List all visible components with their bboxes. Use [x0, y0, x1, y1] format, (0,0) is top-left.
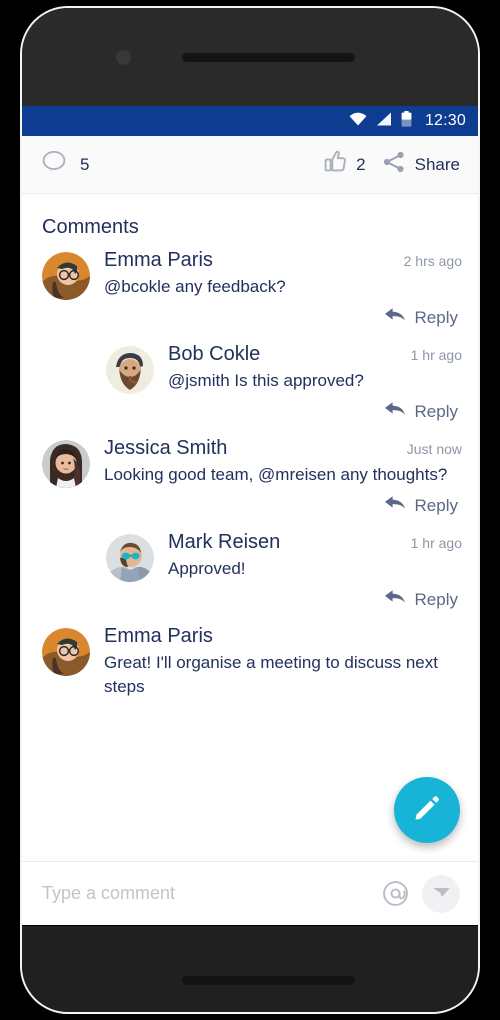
comment-input[interactable]	[42, 883, 378, 904]
comments-list[interactable]: Comments Emma Paris 2 hrs ago @bcokle an…	[22, 194, 478, 861]
comment-text: @bcokle any feedback?	[104, 277, 286, 296]
reply-label: Reply	[414, 495, 458, 515]
cellular-signal-icon	[376, 112, 392, 131]
reply-label: Reply	[414, 401, 458, 421]
share-button[interactable]: Share	[382, 150, 460, 179]
reply-arrow-icon[interactable]	[384, 588, 406, 611]
send-icon	[432, 882, 451, 906]
comment-text: @jsmith Is this approved?	[168, 371, 364, 390]
comment-timestamp: 2 hrs ago	[403, 253, 462, 269]
avatar-bob-cokle	[106, 346, 154, 394]
status-bar: 12:30	[22, 106, 478, 136]
comment-timestamp: Just now	[406, 441, 462, 457]
status-clock: 12:30	[424, 112, 466, 129]
comment-count-group[interactable]: 5	[42, 150, 89, 179]
comment-item: Emma Paris 2 hrs ago @bcokle any feedbac…	[22, 245, 478, 339]
thumbs-up-icon[interactable]	[323, 150, 347, 179]
reply-label: Reply	[414, 589, 458, 609]
comment-item: Emma Paris Great! I'll organise a meetin…	[22, 621, 478, 699]
reply-arrow-icon[interactable]	[384, 306, 406, 329]
comments-heading: Comments	[42, 216, 139, 238]
bottom-speaker-slot	[182, 976, 355, 985]
device-frame: 12:30 5 2 Share Comments Emma Paris 2 hr…	[0, 0, 500, 1020]
reply-arrow-icon[interactable]	[384, 494, 406, 517]
comment-timestamp: 1 hr ago	[410, 347, 462, 363]
action-bar: 5 2 Share	[22, 136, 478, 194]
like-button[interactable]: 2	[323, 150, 366, 179]
share-icon[interactable]	[382, 150, 406, 179]
at-mention-icon[interactable]	[378, 877, 412, 911]
reply-button[interactable]: Reply	[42, 582, 462, 621]
comment-text: Approved!	[168, 559, 246, 578]
comment-item: Bob Cokle 1 hr ago @jsmith Is this appro…	[22, 339, 478, 433]
front-camera-icon	[116, 50, 131, 65]
send-button[interactable]	[422, 874, 460, 913]
comment-author: Jessica Smith	[104, 437, 228, 459]
share-label: Share	[414, 154, 460, 174]
android-nav-bar	[22, 925, 478, 926]
comment-text: Looking good team, @mreisen any thoughts…	[104, 465, 448, 484]
reply-label: Reply	[414, 307, 458, 327]
comment-author: Bob Cokle	[168, 343, 261, 365]
comment-text: Great! I'll organise a meeting to discus…	[104, 653, 438, 697]
battery-icon	[401, 110, 412, 132]
comment-composer	[22, 861, 478, 925]
comment-item: Mark Reisen 1 hr ago Approved! Reply	[22, 527, 478, 621]
phone-screen: 12:30 5 2 Share Comments Emma Paris 2 hr…	[22, 106, 478, 926]
comment-count: 5	[80, 154, 90, 174]
reply-button[interactable]: Reply	[42, 488, 462, 527]
comment-author: Mark Reisen	[168, 531, 281, 553]
avatar-jessica-smith	[42, 440, 90, 488]
reply-button[interactable]: Reply	[42, 394, 462, 433]
like-count: 2	[356, 154, 366, 174]
comment-author: Emma Paris	[104, 625, 213, 647]
reply-button[interactable]: Reply	[42, 300, 462, 339]
avatar-mark-reisen	[106, 534, 154, 582]
comment-bubble-icon[interactable]	[42, 150, 68, 179]
comment-author: Emma Paris	[104, 249, 213, 271]
action-bar-right: 2 Share	[323, 150, 460, 179]
comment-timestamp: 1 hr ago	[410, 535, 462, 551]
earpiece-speaker-icon	[182, 53, 355, 62]
reply-arrow-icon[interactable]	[384, 400, 406, 423]
status-icon-group: 12:30	[349, 110, 466, 132]
avatar-emma-paris	[42, 252, 90, 300]
avatar-emma-paris	[42, 628, 90, 676]
pencil-icon	[412, 793, 442, 828]
wifi-icon	[349, 112, 367, 131]
compose-fab-button[interactable]	[394, 777, 460, 843]
comment-item: Jessica Smith Just now Looking good team…	[22, 433, 478, 527]
